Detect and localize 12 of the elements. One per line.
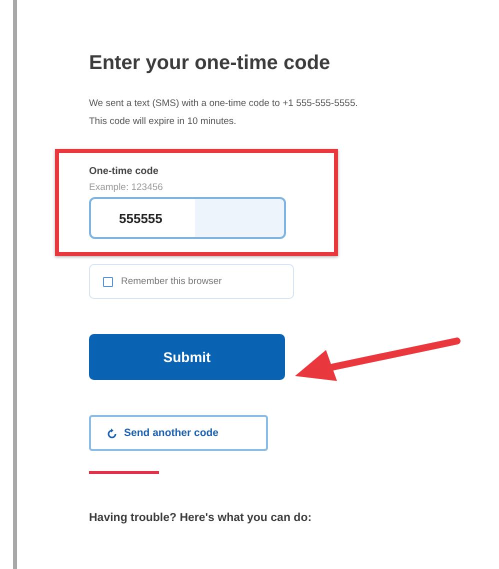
field-label: One-time code [89, 166, 160, 177]
field-hint: Example: 123456 [89, 182, 164, 193]
send-code-button[interactable]: Send another code [89, 415, 268, 451]
page-heading: Enter your one-time code [89, 52, 330, 75]
checkbox-icon[interactable] [103, 276, 113, 286]
code-input-field[interactable]: 555555 [89, 197, 286, 239]
submit-button[interactable]: Submit [89, 334, 285, 380]
instruction-text: We sent a text (SMS) with a one-time code to +1 555-555-5555. This code will expire in 10 minutes. [89, 97, 359, 129]
section-heading: Having trouble? Here's what you can do: [89, 512, 312, 524]
remember-checkbox[interactable]: Remember this browser [89, 264, 294, 299]
checkbox-label: Remember this browser [121, 276, 222, 287]
refresh-icon [107, 428, 117, 438]
